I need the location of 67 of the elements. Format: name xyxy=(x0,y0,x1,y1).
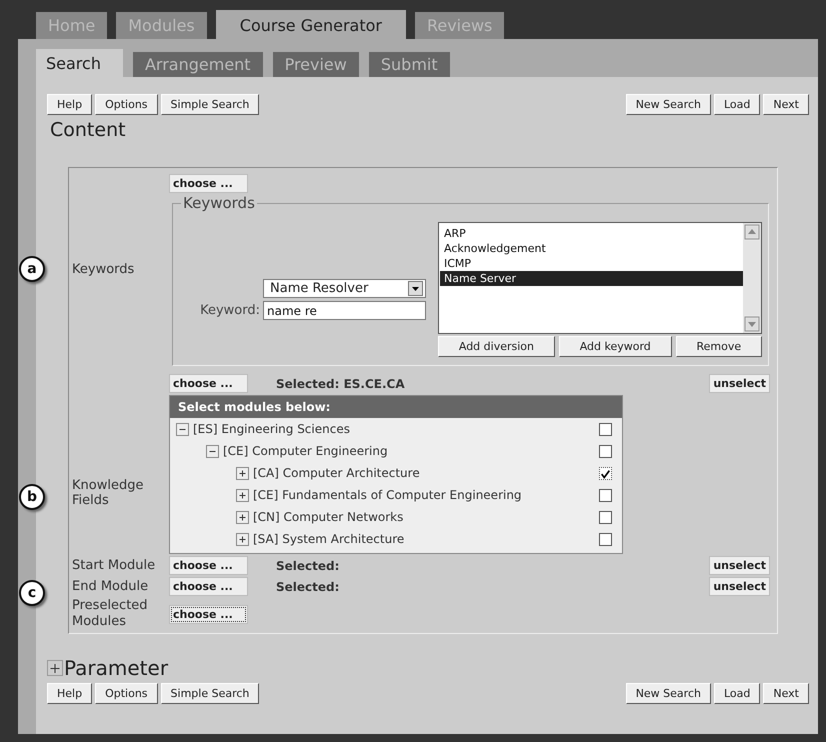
field-label: Knowledge Fields xyxy=(72,478,144,508)
checkbox[interactable] xyxy=(599,444,612,458)
unselect-button[interactable]: unselect xyxy=(709,556,770,575)
checkbox[interactable] xyxy=(599,422,612,436)
nav-tab[interactable]: Course Generator xyxy=(216,10,406,39)
expand-icon[interactable] xyxy=(236,532,249,546)
sub-tab[interactable]: Search xyxy=(36,49,123,77)
tree-item[interactable]: [CN] Computer Networks xyxy=(253,510,404,524)
tree-header: Select modules below: xyxy=(170,396,622,418)
field-label: Keywords xyxy=(72,262,134,276)
toolbar-button[interactable]: Help xyxy=(47,94,92,115)
choose-button[interactable]: choose ... xyxy=(169,556,248,575)
collapse-icon[interactable] xyxy=(176,422,189,436)
callout-marker: a xyxy=(19,256,45,282)
list-item[interactable]: Name Server xyxy=(440,271,743,286)
toolbar-button[interactable]: Load xyxy=(714,683,760,704)
dropdown[interactable]: Name Resolver xyxy=(263,279,426,298)
group-legend: Keywords xyxy=(181,194,257,212)
unselect-button[interactable]: unselect xyxy=(709,577,770,596)
selected-text: Selected: ES.CE.CA xyxy=(276,376,406,390)
selected-text: Selected: xyxy=(276,580,340,594)
checkbox[interactable] xyxy=(599,466,612,480)
section-heading: Content xyxy=(50,119,127,141)
toolbar-button[interactable]: Next xyxy=(763,683,809,704)
callout-marker: b xyxy=(19,484,45,510)
toolbar-button[interactable]: Simple Search xyxy=(160,683,260,704)
tree-item[interactable]: [CE] Computer Engineering xyxy=(223,444,388,458)
checkbox[interactable] xyxy=(599,532,612,546)
unselect-button[interactable]: unselect xyxy=(709,374,770,393)
toolbar-button[interactable]: New Search xyxy=(626,94,711,115)
list-action-button[interactable]: Remove xyxy=(676,336,762,357)
tree-item[interactable]: [ES] Engineering Sciences xyxy=(193,422,350,436)
toolbar-button[interactable]: Options xyxy=(95,94,158,115)
list-item[interactable]: ARP xyxy=(440,226,743,241)
field-label: End Module xyxy=(72,578,148,594)
toolbar-button[interactable]: New Search xyxy=(626,683,711,704)
keyword-label: Keyword: xyxy=(200,303,260,318)
field-label: Start Module xyxy=(72,558,156,574)
choose-button[interactable]: choose ... xyxy=(169,604,248,624)
choose-button[interactable]: choose ... xyxy=(169,577,248,596)
toolbar-button[interactable]: Next xyxy=(763,94,809,115)
checkbox[interactable] xyxy=(599,488,612,502)
expand-icon[interactable] xyxy=(236,488,249,502)
toolbar-button[interactable]: Load xyxy=(714,94,760,115)
expand-icon[interactable] xyxy=(236,510,249,524)
tree-item[interactable]: [SA] System Architecture xyxy=(253,532,404,546)
callout-marker: c xyxy=(19,580,45,606)
field-label: Preselected Modules xyxy=(72,598,149,630)
choose-button[interactable]: choose ... xyxy=(169,374,248,393)
expand-icon[interactable] xyxy=(236,466,249,480)
keyword-input[interactable]: name re xyxy=(263,301,426,320)
choose-button[interactable]: choose ... xyxy=(169,174,248,193)
checkbox[interactable] xyxy=(599,510,612,524)
expand-icon[interactable] xyxy=(47,660,63,676)
list-action-button[interactable]: Add diversion xyxy=(438,336,555,357)
selected-text: Selected: xyxy=(276,558,340,572)
tree-item[interactable]: [CE] Fundamentals of Computer Engineering xyxy=(253,488,522,502)
list-item[interactable]: Acknowledgement xyxy=(440,241,743,256)
toolbar-button[interactable]: Help xyxy=(47,683,92,704)
tree-item[interactable]: [CA] Computer Architecture xyxy=(253,466,420,480)
section-heading: Parameter xyxy=(64,656,168,680)
toolbar-button[interactable]: Options xyxy=(95,683,158,704)
collapse-icon[interactable] xyxy=(206,444,219,458)
list-item[interactable]: ICMP xyxy=(440,256,743,271)
scrollbar[interactable] xyxy=(743,223,761,333)
toolbar-button[interactable]: Simple Search xyxy=(160,94,260,115)
list-action-button[interactable]: Add keyword xyxy=(558,336,672,357)
